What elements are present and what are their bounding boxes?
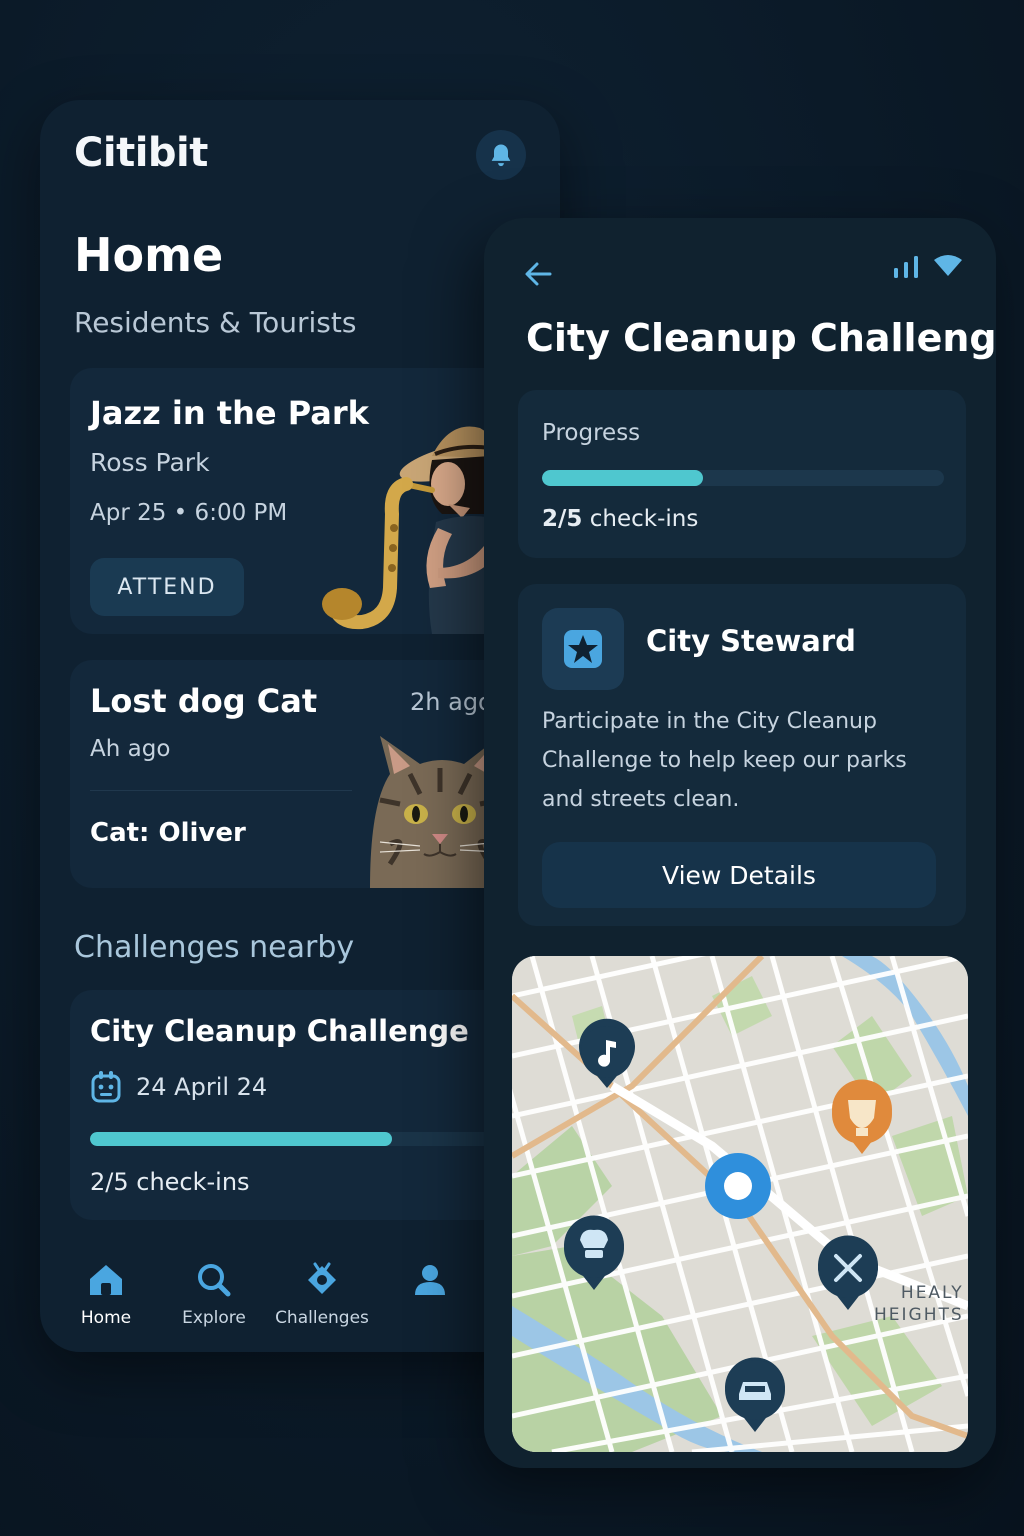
- challenge-title: City Cleanup Challenge: [90, 1014, 469, 1048]
- challenge-date: 24 April 24: [136, 1073, 268, 1101]
- detail-title: City Cleanup Challenge: [526, 316, 996, 360]
- attend-button[interactable]: ATTEND: [90, 558, 244, 616]
- lost-pet-name: Cat: Oliver: [90, 818, 246, 848]
- challenge-card[interactable]: City Cleanup Challenge 24 April 24 2/5 c…: [70, 990, 530, 1220]
- bell-icon: [491, 144, 511, 167]
- notifications-button[interactable]: [476, 130, 526, 180]
- event-location: Ross Park: [90, 448, 210, 477]
- arrow-left-icon: [525, 262, 552, 286]
- nav-home[interactable]: Home: [52, 1250, 160, 1350]
- nav-challenges-label: Challenges: [275, 1308, 369, 1328]
- page-subtitle: Residents & Tourists: [74, 306, 357, 339]
- nav-explore[interactable]: Explore: [160, 1250, 268, 1350]
- nav-challenges[interactable]: Challenges: [268, 1250, 376, 1350]
- nav-profile[interactable]: [376, 1250, 484, 1350]
- location-dot-icon[interactable]: [705, 1153, 771, 1219]
- challenge-detail-screen: City Cleanup Challenge Progress 2/5 chec…: [484, 218, 996, 1468]
- lost-pet-card[interactable]: Lost dog Cat 2h ago Ah ago Cat: Oliver: [70, 660, 530, 888]
- progress-count-number: 2/5: [542, 506, 583, 532]
- home-icon: [90, 1265, 122, 1295]
- event-datetime: Apr 25 • 6:00 PM: [90, 500, 288, 526]
- lost-pet-subtitle: Ah ago: [90, 736, 171, 762]
- progress-count-text: check-ins: [582, 506, 699, 532]
- badge-card: City Steward Participate in the City Cle…: [518, 584, 966, 926]
- progress-card: Progress 2/5 check-ins: [518, 390, 966, 558]
- progress-bar: [542, 470, 944, 486]
- lost-pet-timestamp: 2h ago: [410, 688, 493, 716]
- map-neighborhood-label: HEALY HEIGHTS: [874, 1282, 964, 1326]
- bottom-nav: Home Explore Challenges: [40, 1250, 560, 1350]
- lost-pet-title: Lost dog Cat: [90, 682, 318, 720]
- progress-fill: [542, 470, 703, 486]
- challenge-checkins: 2/5 check-ins: [90, 1168, 250, 1196]
- event-card[interactable]: Jazz in the Park Ross Park Apr 25 • 6:00…: [70, 368, 530, 634]
- badge-description: Participate in the City Cleanup Challeng…: [542, 709, 907, 812]
- page-title: Home: [74, 228, 224, 282]
- star-badge-icon: [564, 630, 602, 668]
- map-label-line1: HEALY: [900, 1283, 964, 1303]
- home-screen: Citibit Home Residents & Tourists Jazz i…: [40, 100, 560, 1352]
- map[interactable]: HEALY HEIGHTS: [512, 956, 968, 1452]
- challenge-progress-bar: [90, 1132, 510, 1146]
- badge-icon-box: [542, 608, 624, 690]
- profile-icon: [415, 1265, 445, 1295]
- map-canvas[interactable]: [512, 956, 968, 1452]
- badge-icon: [308, 1262, 336, 1294]
- nav-explore-label: Explore: [182, 1308, 246, 1328]
- progress-checkins: 2/5 check-ins: [542, 506, 698, 532]
- search-icon: [198, 1264, 231, 1297]
- calendar-icon: [91, 1071, 121, 1103]
- app-title: Citibit: [74, 130, 208, 176]
- challenge-progress-fill: [90, 1132, 393, 1146]
- wifi-icon: [934, 255, 962, 276]
- divider: [90, 790, 352, 791]
- challenge-date-row: 24 April 24: [90, 1070, 267, 1104]
- status-icons: [892, 254, 964, 278]
- signal-icon: [894, 256, 918, 278]
- challenges-section-title: Challenges nearby: [74, 930, 355, 965]
- view-details-button[interactable]: View Details: [542, 842, 936, 908]
- progress-label: Progress: [542, 420, 641, 446]
- badge-title: City Steward: [646, 624, 856, 658]
- back-button[interactable]: [518, 254, 558, 294]
- nav-home-label: Home: [80, 1308, 132, 1328]
- map-label-line2: HEIGHTS: [874, 1305, 964, 1325]
